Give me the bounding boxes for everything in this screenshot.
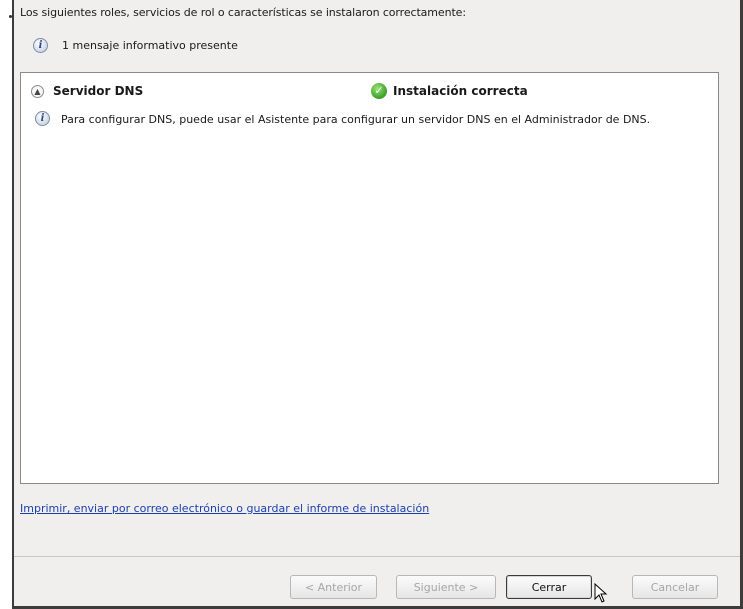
chevron-up-icon[interactable]: ▲ xyxy=(31,85,44,98)
report-link[interactable]: Imprimir, enviar por correo electrónico … xyxy=(20,502,429,515)
info-icon: i xyxy=(33,38,48,53)
result-name: Servidor DNS xyxy=(53,84,144,98)
check-icon: ✓ xyxy=(371,83,387,99)
result-status: Instalación correcta xyxy=(393,84,528,98)
previous-button[interactable]: < Anterior xyxy=(290,575,377,599)
next-button[interactable]: Siguiente > xyxy=(396,575,496,599)
result-row: ▲ Servidor DNS ✓ Instalación correcta xyxy=(29,83,709,101)
cancel-button[interactable]: Cancelar xyxy=(632,575,718,599)
mouse-cursor-icon xyxy=(594,583,608,603)
intro-text: Los siguientes roles, servicios de rol o… xyxy=(20,6,466,19)
wizard-dialog: Los siguientes roles, servicios de rol o… xyxy=(0,0,743,609)
results-panel: ▲ Servidor DNS ✓ Instalación correcta i … xyxy=(20,72,719,484)
message-count-text: 1 mensaje informativo presente xyxy=(62,39,238,52)
bullet-dot xyxy=(9,15,12,18)
close-button[interactable]: Cerrar xyxy=(506,575,592,599)
result-detail: Para configurar DNS, puede usar el Asist… xyxy=(61,113,651,126)
info-icon: i xyxy=(35,111,50,126)
outer-margin xyxy=(0,0,12,609)
message-summary: i 1 mensaje informativo presente xyxy=(33,38,238,53)
footer-separator xyxy=(14,556,740,557)
dialog-left-border xyxy=(12,0,14,609)
